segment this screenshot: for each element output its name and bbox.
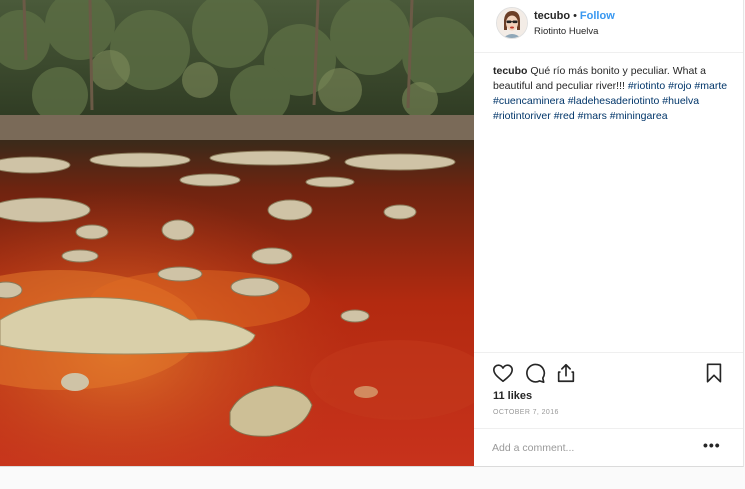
post-date: OCTOBER 7, 2016	[493, 409, 559, 416]
hashtag-link[interactable]: #miningarea	[610, 110, 668, 122]
bookmark-icon[interactable]	[703, 362, 725, 384]
avatar-portrait-icon	[497, 8, 527, 38]
comment-input[interactable]	[492, 439, 692, 457]
location-link[interactable]: Riotinto Huelva	[534, 26, 598, 37]
heart-icon[interactable]	[492, 362, 514, 384]
hashtag-link[interactable]: #riotintoriver	[493, 110, 551, 122]
post-caption: tecubo Qué río más bonito y peculiar. Wh…	[493, 64, 731, 124]
hashtag-link[interactable]: #huelva	[662, 95, 699, 107]
likes-count[interactable]: 11 likes	[493, 390, 532, 402]
post-header: tecubo • Follow Riotinto Huelva	[474, 0, 743, 53]
header-text: tecubo • Follow	[534, 10, 615, 22]
comment-row: •••	[474, 428, 743, 468]
avatar[interactable]	[496, 7, 528, 39]
post-sidebar: tecubo • Follow Riotinto Huelva tecubo Qué…	[474, 0, 743, 466]
separator-dot: •	[573, 10, 577, 22]
caption-username[interactable]: tecubo	[493, 65, 527, 77]
hashtag-link[interactable]: #red	[554, 110, 575, 122]
share-icon[interactable]	[555, 362, 577, 384]
hashtag-link[interactable]: #marte	[694, 80, 727, 92]
comment-icon[interactable]	[524, 362, 546, 384]
more-options-icon[interactable]: •••	[703, 437, 721, 453]
hashtag-link[interactable]: #mars	[578, 110, 607, 122]
post-actions: 11 likes OCTOBER 7, 2016 •••	[474, 352, 743, 467]
follow-button[interactable]: Follow	[580, 10, 615, 22]
hashtag-link[interactable]: #rojo	[668, 80, 691, 92]
post-container: tecubo • Follow Riotinto Huelva tecubo Qué…	[0, 0, 744, 467]
hashtag-link[interactable]: #cuencaminera	[493, 95, 565, 107]
river-photo-illustration	[0, 0, 474, 466]
post-photo[interactable]	[0, 0, 474, 466]
hashtag-link[interactable]: #riotinto	[628, 80, 665, 92]
username-link[interactable]: tecubo	[534, 10, 570, 22]
hashtag-link[interactable]: #ladehesaderiotinto	[568, 95, 660, 107]
